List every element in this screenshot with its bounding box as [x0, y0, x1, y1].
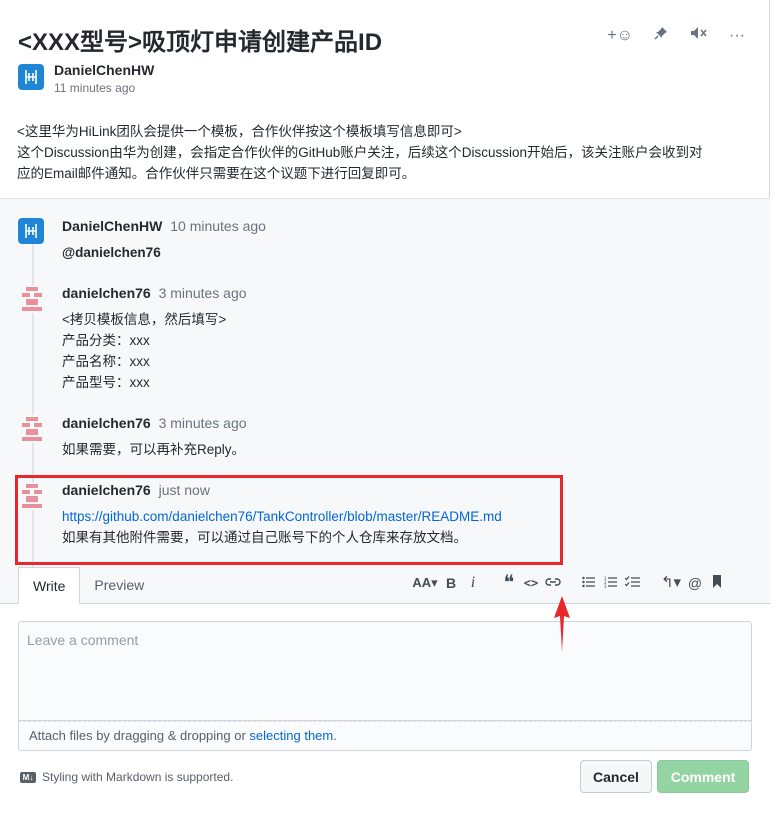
comment-textarea[interactable] — [18, 621, 752, 721]
mute-icon[interactable] — [689, 26, 709, 46]
comment-author[interactable]: danielchen76 — [62, 285, 151, 301]
quote-icon[interactable]: ❝ — [498, 573, 520, 593]
comment-line: 如果需要，可以再补充Reply。 — [62, 442, 246, 457]
post-time[interactable]: 11 minutes ago — [54, 81, 135, 95]
body-line: 应的Email邮件通知。合作伙伴只需要在这个议题下进行回复即可。 — [17, 166, 416, 181]
cancel-button[interactable]: Cancel — [580, 760, 652, 793]
comment-body: @danielchen76 — [62, 242, 161, 263]
attach-suffix: . — [333, 728, 337, 743]
markdown-toolbar: AA▾ B i ❝ <> 123 ↰▾ @ — [410, 573, 728, 593]
bold-icon[interactable]: B — [440, 573, 462, 593]
comment-header: danielchen76 3 minutes ago — [62, 415, 247, 431]
tab-write[interactable]: Write — [18, 567, 81, 604]
tab-preview[interactable]: Preview — [80, 567, 158, 604]
reply-icon[interactable]: ↰▾ — [658, 573, 684, 593]
comment-author[interactable]: danielchen76 — [62, 415, 151, 431]
pin-icon[interactable] — [651, 26, 671, 46]
comment-line: @danielchen76 — [62, 245, 161, 260]
more-icon[interactable]: ··· — [727, 26, 747, 46]
comment-header: DanielChenHW 10 minutes ago — [62, 218, 266, 234]
avatar[interactable] — [18, 285, 46, 313]
markdown-icon[interactable]: M↓ — [20, 771, 36, 783]
unordered-list-icon[interactable] — [578, 573, 600, 593]
discussion-title: <XXX型号>吸顶灯申请创建产品ID — [18, 29, 383, 56]
highlight-box — [15, 475, 563, 565]
comment-header: danielchen76 3 minutes ago — [62, 285, 247, 301]
body-line: <这里华为HiLink团队会提供一个模板，合作伙伴按这个模板填写信息即可> — [17, 124, 462, 139]
mention-icon[interactable]: @ — [684, 573, 706, 593]
comment-body: <拷贝模板信息，然后填写> 产品分类：xxx 产品名称：xxx 产品型号：xxx — [62, 309, 226, 393]
select-files-link[interactable]: selecting them — [249, 728, 333, 743]
comment-line: 产品名称：xxx — [62, 354, 150, 369]
discussion-author: DanielChenHW 11 minutes ago — [18, 62, 154, 95]
comment-time[interactable]: 3 minutes ago — [159, 415, 247, 431]
body-line: 这个Discussion由华为创建，会指定合作伙伴的GitHub账户关注，后续这… — [17, 145, 703, 160]
discussion-actions: +☺ ··· — [607, 26, 747, 46]
huawei-logo-icon[interactable] — [18, 64, 44, 90]
code-icon[interactable]: <> — [520, 573, 542, 593]
bookmark-icon[interactable] — [706, 573, 728, 593]
annotation-arrow-icon — [554, 596, 570, 652]
comment-line: 产品型号：xxx — [62, 375, 150, 390]
huawei-logo-icon[interactable] — [18, 218, 44, 244]
author-name[interactable]: DanielChenHW — [54, 62, 154, 78]
attach-files-bar[interactable]: Attach files by dragging & dropping or s… — [18, 721, 752, 751]
markdown-note-text: Styling with Markdown is supported. — [42, 770, 234, 784]
comment-line: 产品分类：xxx — [62, 333, 150, 348]
discussion-card: <XXX型号>吸顶灯申请创建产品ID +☺ ··· DanielChenHW 1… — [0, 0, 770, 808]
comment-button[interactable]: Comment — [657, 760, 749, 793]
italic-icon[interactable]: i — [462, 573, 484, 593]
ordered-list-icon[interactable]: 123 — [600, 573, 622, 593]
comment-time[interactable]: 10 minutes ago — [170, 218, 266, 234]
attach-text: Attach files by dragging & dropping or — [29, 728, 250, 743]
comment-body: 如果需要，可以再补充Reply。 — [62, 439, 245, 460]
task-list-icon[interactable] — [622, 573, 644, 593]
comment-author[interactable]: DanielChenHW — [62, 218, 162, 234]
comment-time[interactable]: 3 minutes ago — [159, 285, 247, 301]
markdown-note: M↓ Styling with Markdown is supported. — [20, 770, 233, 784]
editor-tabs: Write Preview — [18, 567, 158, 604]
link-icon[interactable] — [542, 573, 564, 593]
comment-editor: Write Preview AA▾ B i ❝ <> 123 ↰▾ @ Leav… — [0, 567, 770, 808]
svg-text:3: 3 — [604, 584, 607, 588]
comment-line: <拷贝模板信息，然后填写> — [62, 312, 227, 327]
add-reaction-icon[interactable]: +☺ — [607, 26, 633, 46]
avatar[interactable] — [18, 415, 46, 443]
heading-icon[interactable]: AA▾ — [410, 573, 440, 593]
discussion-body: <这里华为HiLink团队会提供一个模板，合作伙伴按这个模板填写信息即可> 这个… — [17, 121, 757, 184]
